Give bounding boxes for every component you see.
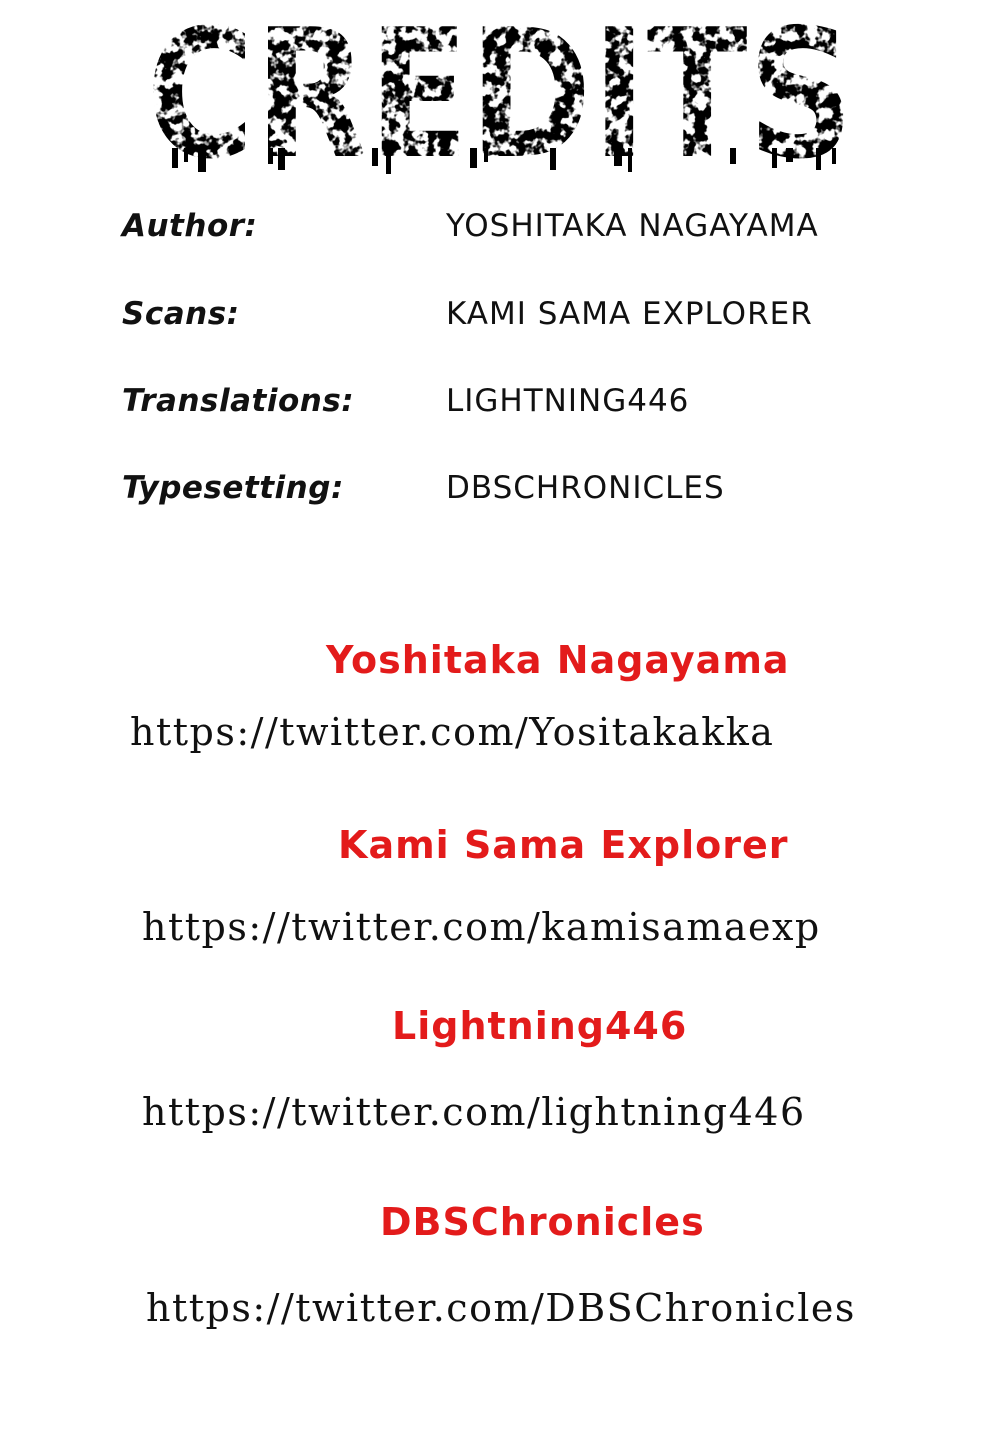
- link-url[interactable]: https://twitter.com/DBSChronicles: [146, 1286, 856, 1330]
- link-url[interactable]: https://twitter.com/kamisamaexp: [142, 905, 821, 949]
- credit-label: Author:: [122, 208, 258, 244]
- credit-label: Translations:: [122, 383, 355, 419]
- link-name: Yoshitaka Nagayama: [326, 638, 790, 682]
- credit-label: Scans:: [122, 296, 240, 332]
- credits-title-graphic: CREDITS: [146, 8, 854, 178]
- credit-value: YOSHITAKA NAGAYAMA: [446, 208, 819, 244]
- link-name: Kami Sama Explorer: [338, 823, 789, 867]
- credit-value: LIGHTNING446: [446, 383, 690, 419]
- credit-row-translations: Translations: LIGHTNING446: [0, 383, 1000, 433]
- credits-page: CREDITS Author: YOSHITAKA NAGAYAMA Scans…: [0, 0, 1000, 1455]
- link-url[interactable]: https://twitter.com/Yositakakka: [130, 710, 774, 754]
- credit-row-scans: Scans: KAMI SAMA EXPLORER: [0, 296, 1000, 346]
- credit-label: Typesetting:: [122, 470, 344, 506]
- credit-row-typesetting: Typesetting: DBSCHRONICLES: [0, 470, 1000, 520]
- link-url[interactable]: https://twitter.com/lightning446: [142, 1090, 806, 1134]
- credits-title: CREDITS: [140, 8, 860, 178]
- link-name: Lightning446: [392, 1004, 688, 1048]
- credit-value: DBSCHRONICLES: [446, 470, 725, 506]
- credit-row-author: Author: YOSHITAKA NAGAYAMA: [0, 208, 1000, 258]
- credit-value: KAMI SAMA EXPLORER: [446, 296, 813, 332]
- title-text: CREDITS: [146, 8, 854, 178]
- link-name: DBSChronicles: [380, 1200, 705, 1244]
